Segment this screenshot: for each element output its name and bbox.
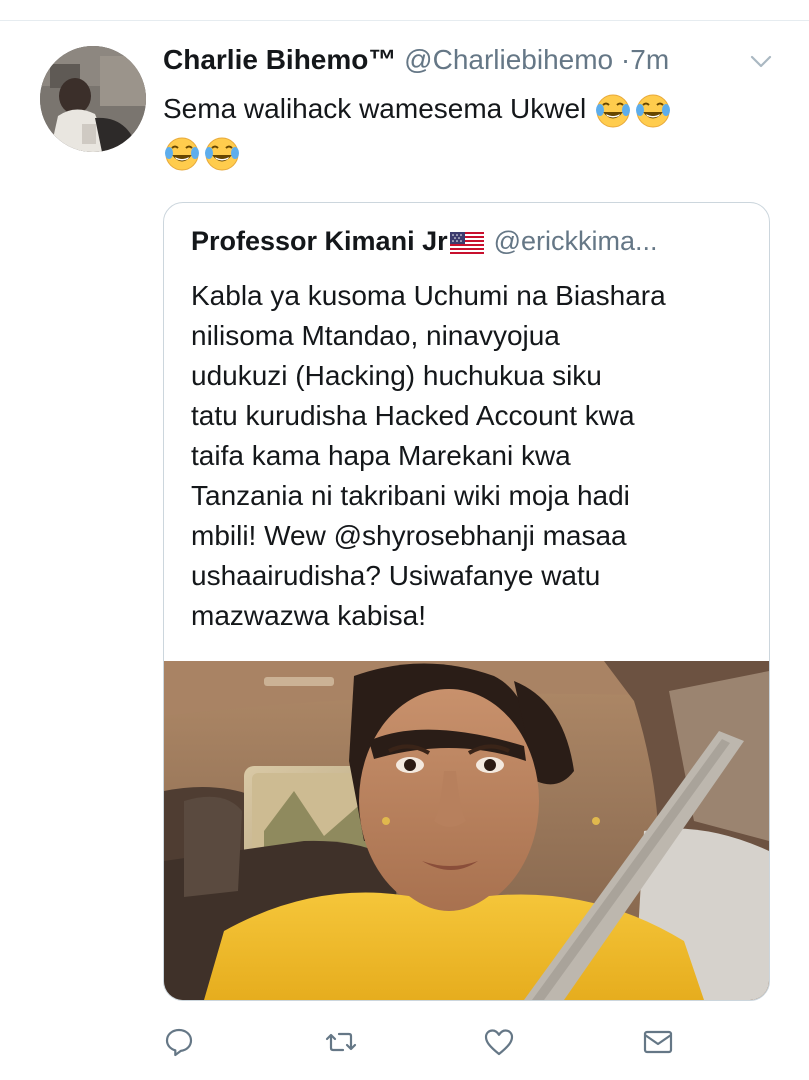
chevron-down-icon[interactable]: [748, 50, 774, 72]
quoted-tweet-header: Professor Kimani Jr @erickkima...: [191, 221, 751, 261]
quoted-author-handle: @erickkima...: [493, 226, 658, 256]
quoted-text-line: taifa kama hapa Marekani kwa: [191, 440, 571, 471]
direct-message-icon[interactable]: [642, 1026, 674, 1058]
quoted-text-line: udukuzi (Hacking) huchukua siku: [191, 360, 602, 391]
quoted-text-line: nilisoma Mtandao, ninavyojua: [191, 320, 560, 351]
face-with-tears-of-joy-icon: [594, 92, 632, 130]
quoted-author-name: Professor Kimani Jr: [191, 226, 448, 256]
quoted-text-line: tatu kurudisha Hacked Account kwa: [191, 400, 635, 431]
separator-dot: ·: [620, 44, 631, 75]
reply-icon[interactable]: [163, 1026, 195, 1058]
author-name[interactable]: Charlie Bihemo™: [163, 44, 396, 75]
author-avatar[interactable]: [40, 46, 146, 152]
us-flag-icon: [449, 225, 484, 254]
quoted-tweet-photo[interactable]: [164, 661, 769, 1000]
retweet-icon[interactable]: [325, 1026, 357, 1058]
quoted-tweet-text: Kabla ya kusoma Uchumi na Biashara nilis…: [191, 276, 751, 636]
quoted-text-line: ushaairudisha? Usiwafanye watu: [191, 560, 601, 591]
face-with-tears-of-joy-icon: [203, 135, 241, 173]
tweet-body: Sema walihack wamesema Ukwel: [163, 93, 587, 124]
quoted-tweet-card[interactable]: Professor Kimani Jr @erickkima... Kabla …: [163, 202, 770, 1001]
tweet-header: Charlie Bihemo™ @Charliebihemo ·7m: [163, 42, 763, 78]
quoted-text-line: Tanzania ni takribani wiki moja hadi: [191, 480, 630, 511]
quoted-text-line: mazwazwa kabisa!: [191, 600, 426, 631]
quoted-text-line: mbili! Wew @shyrosebhanji masaa: [191, 520, 627, 551]
timestamp[interactable]: 7m: [630, 44, 669, 75]
like-icon[interactable]: [483, 1026, 515, 1058]
tweet-text: Sema walihack wamesema Ukwel: [163, 87, 763, 173]
quoted-text-line: Kabla ya kusoma Uchumi na Biashara: [191, 280, 666, 311]
face-with-tears-of-joy-icon: [634, 92, 672, 130]
top-divider: [0, 20, 809, 21]
author-handle[interactable]: @Charliebihemo: [404, 44, 613, 75]
face-with-tears-of-joy-icon: [163, 135, 201, 173]
tweet-action-bar: [0, 1026, 809, 1066]
